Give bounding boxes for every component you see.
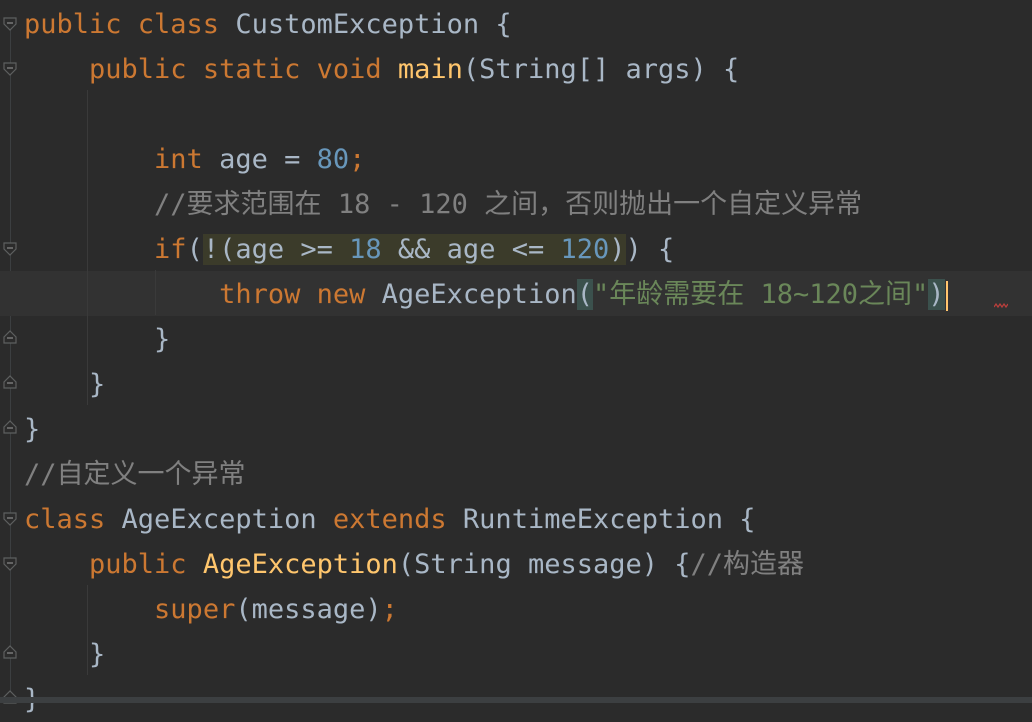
horizontal-scrollbar[interactable] (0, 697, 1032, 703)
editor-gutter (0, 0, 22, 703)
code-token: //构造器 (690, 549, 805, 580)
code-token: super (154, 594, 236, 625)
code-line-1[interactable]: public class CustomException { (24, 2, 512, 47)
fold-guide-line (10, 30, 11, 703)
code-token: if (154, 234, 187, 265)
fold-open-icon[interactable] (2, 241, 18, 257)
code-token: public static void (89, 54, 398, 85)
fold-close-icon[interactable] (2, 329, 18, 345)
code-token: AgeException (202, 549, 398, 580)
code-token: } (24, 639, 106, 670)
code-token: int (154, 144, 220, 175)
fold-open-icon[interactable] (2, 556, 18, 572)
fold-close-icon[interactable] (2, 374, 18, 390)
code-line-15[interactable]: } (24, 632, 105, 677)
code-token: //自定义一个异常 (24, 459, 246, 490)
code-token: public class (24, 9, 236, 40)
code-token: 80 (316, 144, 350, 175)
code-token: RuntimeException { (462, 504, 756, 535)
code-token: } (24, 369, 106, 400)
code-line-12[interactable]: class AgeException extends RuntimeExcept… (24, 497, 756, 542)
code-token: main (397, 54, 463, 85)
code-token: class (24, 504, 122, 535)
code-line-8[interactable]: } (24, 317, 170, 362)
code-token: 18 (349, 234, 382, 265)
fold-close-icon[interactable] (2, 419, 18, 435)
code-token: } (24, 324, 171, 355)
code-line-13[interactable]: public AgeException(String message) {//构… (24, 542, 804, 587)
code-token: CustomException { (235, 9, 512, 40)
code-token: 120 (560, 234, 610, 265)
text-cursor (945, 280, 948, 311)
code-token: age = (219, 144, 317, 175)
code-line-7[interactable]: throw new AgeException("年龄需要在 18~120之间") (24, 272, 948, 317)
code-token: //要求范围在 18 - 120 之间，否则抛出一个自定义异常 (154, 189, 863, 220)
code-token: ) { (625, 234, 675, 265)
fold-open-icon[interactable] (2, 61, 18, 77)
code-token: AgeException (381, 279, 577, 310)
code-line-9[interactable]: } (24, 362, 105, 407)
code-line-10[interactable]: } (24, 407, 40, 452)
code-token: ( (186, 234, 203, 265)
code-token: extends (332, 504, 463, 535)
code-token: (String message) { (397, 549, 691, 580)
code-token: !(age >= (202, 234, 350, 265)
code-line-11[interactable]: //自定义一个异常 (24, 452, 246, 497)
code-token: (message) (235, 594, 382, 625)
code-token: (String[] args) { (462, 54, 740, 85)
code-line-4[interactable]: int age = 80; (24, 137, 365, 182)
code-line-6[interactable]: if(!(age >= 18 && age <= 120)) { (24, 227, 674, 272)
code-token: ; (349, 144, 366, 175)
code-line-14[interactable]: super(message); (24, 587, 398, 632)
fold-open-icon[interactable] (2, 16, 18, 32)
fold-close-icon[interactable] (2, 644, 18, 660)
code-token: public (89, 549, 203, 580)
fold-open-icon[interactable] (2, 511, 18, 527)
code-token: ; (381, 594, 398, 625)
code-token: AgeException (121, 504, 333, 535)
code-token: ( (576, 279, 593, 310)
code-token: "年龄需要在 18~120之间" (592, 279, 929, 310)
code-token: ) (928, 279, 945, 310)
code-line-2[interactable]: public static void main(String[] args) { (24, 47, 739, 92)
code-token: ) (609, 234, 626, 265)
code-line-5[interactable]: //要求范围在 18 - 120 之间，否则抛出一个自定义异常 (24, 182, 862, 227)
code-token: } (24, 414, 41, 445)
code-token: throw new (219, 279, 382, 310)
code-token: && age <= (381, 234, 561, 265)
error-squiggle-icon (994, 303, 1008, 309)
code-editor[interactable]: public class CustomException { public st… (0, 0, 1032, 715)
